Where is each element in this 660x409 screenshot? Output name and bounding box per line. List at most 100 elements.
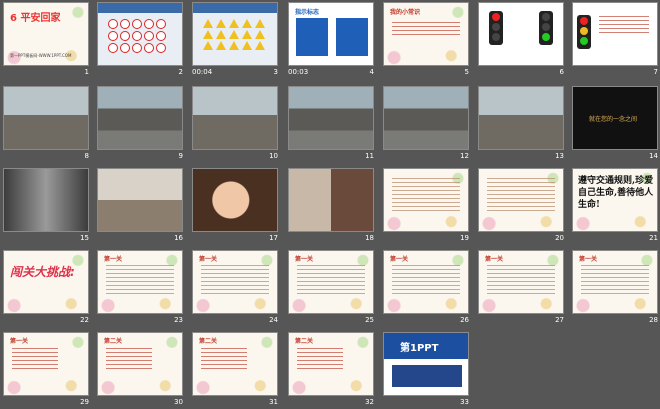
slide-thumbnail-31[interactable]: 第二关: [192, 332, 278, 396]
traffic-light-icon: [489, 11, 503, 45]
slide-body-text: [297, 345, 343, 372]
slide-number: 7: [653, 68, 658, 76]
slide-thumbnail-14[interactable]: 就在您的一念之间: [572, 86, 658, 150]
slide-thumbnail-24[interactable]: 第一关: [192, 250, 278, 314]
slide-body-text: [487, 175, 555, 214]
slide-body-text: [392, 175, 460, 214]
slide-thumbnail-4[interactable]: 指示标志: [288, 2, 374, 66]
slide-body-text: [106, 262, 174, 297]
slide-thumbnail-6[interactable]: [478, 2, 564, 66]
slide-number: 18: [365, 234, 374, 242]
slide-text: 遵守交通规则,珍爱自己生命,善待他人生命!: [578, 176, 654, 210]
slide-number: 26: [460, 316, 469, 324]
slide-number: 9: [178, 152, 183, 160]
slide-sorter-view: 6 平安回家 第一PPT模板网-WWW.1PPT.COM 1 2 00:04 3…: [0, 0, 660, 409]
slide-thumbnail-13[interactable]: [478, 86, 564, 150]
slide-thumbnail-10[interactable]: [192, 86, 278, 150]
prohibition-signs-grid: [108, 19, 166, 53]
info-strip: [392, 365, 462, 387]
slide-thumbnail-25[interactable]: 第一关: [288, 250, 374, 314]
slide-thumbnail-12[interactable]: [383, 86, 469, 150]
slide-number: 23: [174, 316, 183, 324]
slide-body-text: [12, 345, 58, 372]
toolbar-strip: [98, 3, 182, 13]
slide-thumbnail-28[interactable]: 第一关: [572, 250, 658, 314]
slide-number: 19: [460, 234, 469, 242]
slide-thumbnail-20[interactable]: [478, 168, 564, 232]
slide-thumbnail-11[interactable]: [288, 86, 374, 150]
slide-thumbnail-21[interactable]: 遵守交通规则,珍爱自己生命,善待他人生命!: [572, 168, 658, 232]
slide-thumbnail-26[interactable]: 第一关: [383, 250, 469, 314]
slide-title: 第二关: [104, 338, 123, 345]
slide-number: 3: [273, 68, 278, 76]
slide-title: 6 平安回家: [10, 13, 61, 24]
slide-number: 13: [555, 152, 564, 160]
slide-title: 我的小常识: [390, 9, 421, 16]
slide-number: 12: [460, 152, 469, 160]
slide-number: 32: [365, 398, 374, 406]
slide-thumbnail-1[interactable]: 6 平安回家 第一PPT模板网-WWW.1PPT.COM: [3, 2, 89, 66]
slide-number: 25: [365, 316, 374, 324]
slide-number: 33: [460, 398, 469, 406]
slide-thumbnail-30[interactable]: 第二关: [97, 332, 183, 396]
slide-title: 第1PPT: [400, 343, 439, 354]
slide-thumbnail-9[interactable]: [97, 86, 183, 150]
slide-number: 11: [365, 152, 374, 160]
slide-body-text: [599, 13, 649, 36]
slide-body-text: [392, 262, 460, 297]
slide-number: 2: [178, 68, 183, 76]
slide-number: 22: [80, 316, 89, 324]
slide-number: 29: [80, 398, 89, 406]
traffic-light-icon: [577, 15, 591, 49]
slide-thumbnail-22[interactable]: 闯关大挑战:: [3, 250, 89, 314]
slide-title: 第二关: [295, 338, 314, 345]
slide-thumbnail-7[interactable]: [572, 2, 658, 66]
slide-body-text: [392, 19, 460, 38]
slide-thumbnail-3[interactable]: [192, 2, 278, 66]
slide-number: 8: [84, 152, 89, 160]
slide-body-text: [581, 262, 649, 297]
slide-title: 第二关: [199, 338, 218, 345]
slide-number: 17: [269, 234, 278, 242]
slide-number: 16: [174, 234, 183, 242]
slide-thumbnail-33[interactable]: 第1PPT: [383, 332, 469, 396]
slide-thumbnail-2[interactable]: [97, 2, 183, 66]
slide-number: 31: [269, 398, 278, 406]
slide-number: 24: [269, 316, 278, 324]
slide-number: 5: [464, 68, 469, 76]
slide-caption: 第一PPT模板网-WWW.1PPT.COM: [10, 53, 72, 58]
slide-number: 28: [649, 316, 658, 324]
slide-thumbnail-18[interactable]: [288, 168, 374, 232]
slide-number: 4: [369, 68, 374, 76]
slide-title: 指示标志: [295, 9, 320, 16]
slide-number: 14: [649, 152, 658, 160]
bicycle-sign-icon: [295, 17, 329, 57]
slide-number: 1: [84, 68, 89, 76]
slide-thumbnail-17[interactable]: [192, 168, 278, 232]
slide-body-text: [201, 262, 269, 297]
slide-number: 27: [555, 316, 564, 324]
slide-number: 21: [649, 234, 658, 242]
slide-thumbnail-23[interactable]: 第一关: [97, 250, 183, 314]
slide-thumbnail-19[interactable]: [383, 168, 469, 232]
slide-thumbnail-15[interactable]: [3, 168, 89, 232]
slide-thumbnail-32[interactable]: 第二关: [288, 332, 374, 396]
slide-title: 闯关大挑战:: [10, 265, 75, 279]
slide-thumbnail-16[interactable]: [97, 168, 183, 232]
slide-thumbnail-5[interactable]: 我的小常识: [383, 2, 469, 66]
slide-title: 第一关: [10, 338, 29, 345]
toolbar-strip: [193, 3, 277, 13]
slide-number: 15: [80, 234, 89, 242]
warning-signs-grid: [203, 19, 266, 50]
slide-number: 20: [555, 234, 564, 242]
bus-lane-sign-icon: [335, 17, 369, 57]
slide-thumbnail-27[interactable]: 第一关: [478, 250, 564, 314]
slide-body-text: [487, 262, 555, 297]
slide-number: 6: [559, 68, 564, 76]
slide-thumbnail-29[interactable]: 第一关: [3, 332, 89, 396]
slide-body-text: [201, 345, 247, 372]
slide-body-text: [106, 345, 152, 372]
slide-body-text: [297, 262, 365, 297]
slide-thumbnail-8[interactable]: [3, 86, 89, 150]
slide-text: 就在您的一念之间: [589, 116, 638, 123]
